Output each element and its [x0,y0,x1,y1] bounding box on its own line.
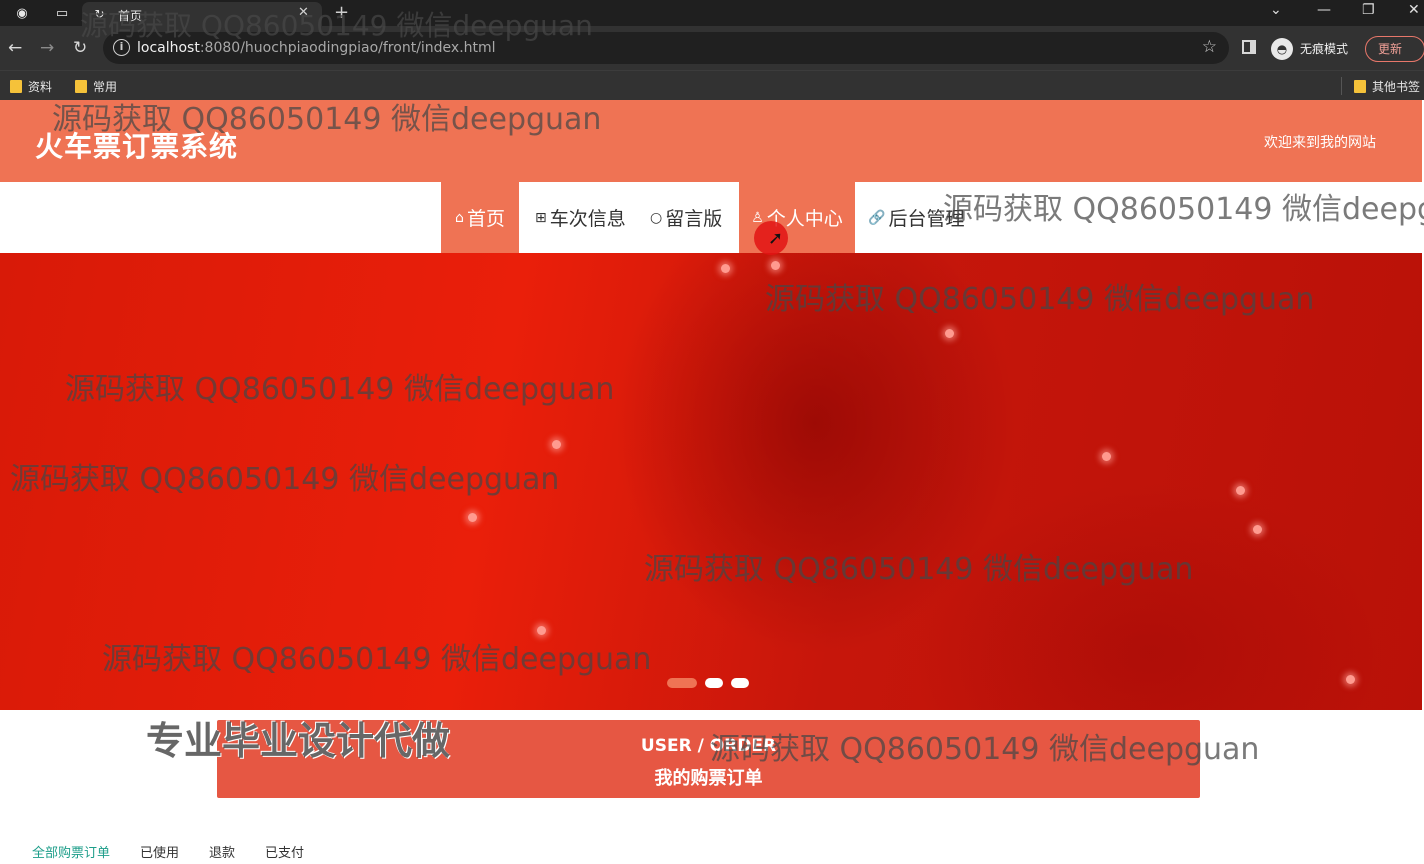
sparkle [468,513,477,522]
loading-icon: ↻ [94,6,105,21]
bookmark-label: 常用 [93,80,118,94]
browser-tab-bar: ◉ ▭ ↻ 首页 ✕ + ⌄ — ❐ ✕ [0,0,1424,26]
order-heading-cn: 我的购票订单 [654,768,763,789]
order-tabs: 全部购票订单 已使用 退款 已支付 [32,842,334,861]
carousel-indicators [667,678,749,688]
tab-all-orders[interactable]: 全部购票订单 [32,842,110,861]
sparkle [1346,675,1355,684]
side-panel-icon[interactable] [1242,40,1256,54]
url-text: localhost:8080/huochpiaodingpiao/front/i… [137,40,496,56]
back-icon[interactable]: ← [8,38,22,58]
hero-carousel[interactable] [0,253,1422,710]
site-info-icon[interactable]: i [113,39,130,56]
bookmark-folder-changyong[interactable]: 常用 [75,78,117,95]
tab-search-icon[interactable]: ▭ [54,5,70,21]
url-host: localhost [137,40,200,56]
carousel-dot-2[interactable] [705,678,723,688]
tab-paid[interactable]: 已支付 [265,842,304,861]
nav-item-message-board[interactable]: ○ 留言版 [650,182,722,253]
sparkle [945,329,954,338]
welcome-text: 欢迎来到我的网站 [1264,135,1376,151]
url-input[interactable]: i localhost:8080/huochpiaodingpiao/front… [103,32,1229,64]
home-icon: ⌂ [455,209,464,226]
sparkle [771,261,780,270]
circle-icon: ○ [650,209,663,226]
folder-icon [75,80,87,93]
nav-label: 留言版 [665,208,723,230]
close-tab-icon[interactable]: ✕ [298,5,309,20]
restore-icon[interactable]: ❐ [1362,2,1375,18]
bookmark-label: 其他书签 [1372,80,1421,94]
folder-icon [1354,80,1366,93]
carousel-dot-1[interactable] [667,678,697,688]
reload-icon[interactable]: ↻ [73,38,87,58]
nav-item-train-info[interactable]: ⊞ 车次信息 [535,182,626,253]
minimize-icon[interactable]: — [1317,2,1331,18]
nav-item-admin[interactable]: 🔗 后台管理 [868,182,964,253]
sparkle [1102,452,1111,461]
update-button[interactable]: 更新 [1365,36,1424,62]
link-icon: 🔗 [868,209,886,226]
sparkle [1253,525,1262,534]
bookmark-folder-ziliao[interactable]: 资料 [10,78,52,95]
browser-menu-icon[interactable]: ◉ [14,5,30,21]
new-tab-button[interactable]: + [334,2,349,23]
url-path: :8080/huochpiaodingpiao/front/index.html [199,40,496,56]
bookmark-star-icon[interactable]: ☆ [1202,37,1217,57]
nav-item-home[interactable]: ⌂ 首页 [441,182,519,253]
tab-used[interactable]: 已使用 [140,842,179,861]
site-title: 火车票订票系统 [35,130,239,163]
close-window-icon[interactable]: ✕ [1408,2,1420,18]
grid-icon: ⊞ [535,209,547,226]
tab-list-icon[interactable]: ⌄ [1270,2,1282,18]
folder-icon [10,80,22,93]
sparkle [537,626,546,635]
sparkle [721,264,730,273]
site-header: 火车票订票系统 欢迎来到我的网站 [0,100,1422,182]
bookmark-divider [1341,77,1342,95]
incognito-icon[interactable]: ◓ [1271,38,1293,60]
mouse-cursor-icon: ➚ [768,228,784,249]
bookmark-folder-other[interactable]: 其他书签 [1354,78,1420,95]
carousel-dot-3[interactable] [731,678,749,688]
forward-icon[interactable]: → [40,38,54,58]
sparkle [1236,486,1245,495]
tab-title: 首页 [118,9,143,23]
bookmark-label: 资料 [28,80,53,94]
sparkle [552,440,561,449]
update-label: 更新 [1378,42,1403,56]
main-nav: ⌂ 首页 ⊞ 车次信息 ○ 留言版 ♙ 个人中心 🔗 后台管理 [0,182,1422,253]
nav-label: 首页 [466,208,505,230]
incognito-label: 无痕模式 [1300,42,1349,56]
watermark-banner-text: 专业毕业设计代做 [146,719,451,763]
nav-label: 车次信息 [549,208,626,230]
tab-refund[interactable]: 退款 [209,842,235,861]
nav-label: 后台管理 [888,208,965,230]
browser-address-bar: ← → ↻ i localhost:8080/huochpiaodingpiao… [0,26,1424,70]
browser-tab-active[interactable]: ↻ 首页 ✕ [82,2,322,26]
bookmarks-bar: 资料 常用 其他书签 [0,70,1424,100]
